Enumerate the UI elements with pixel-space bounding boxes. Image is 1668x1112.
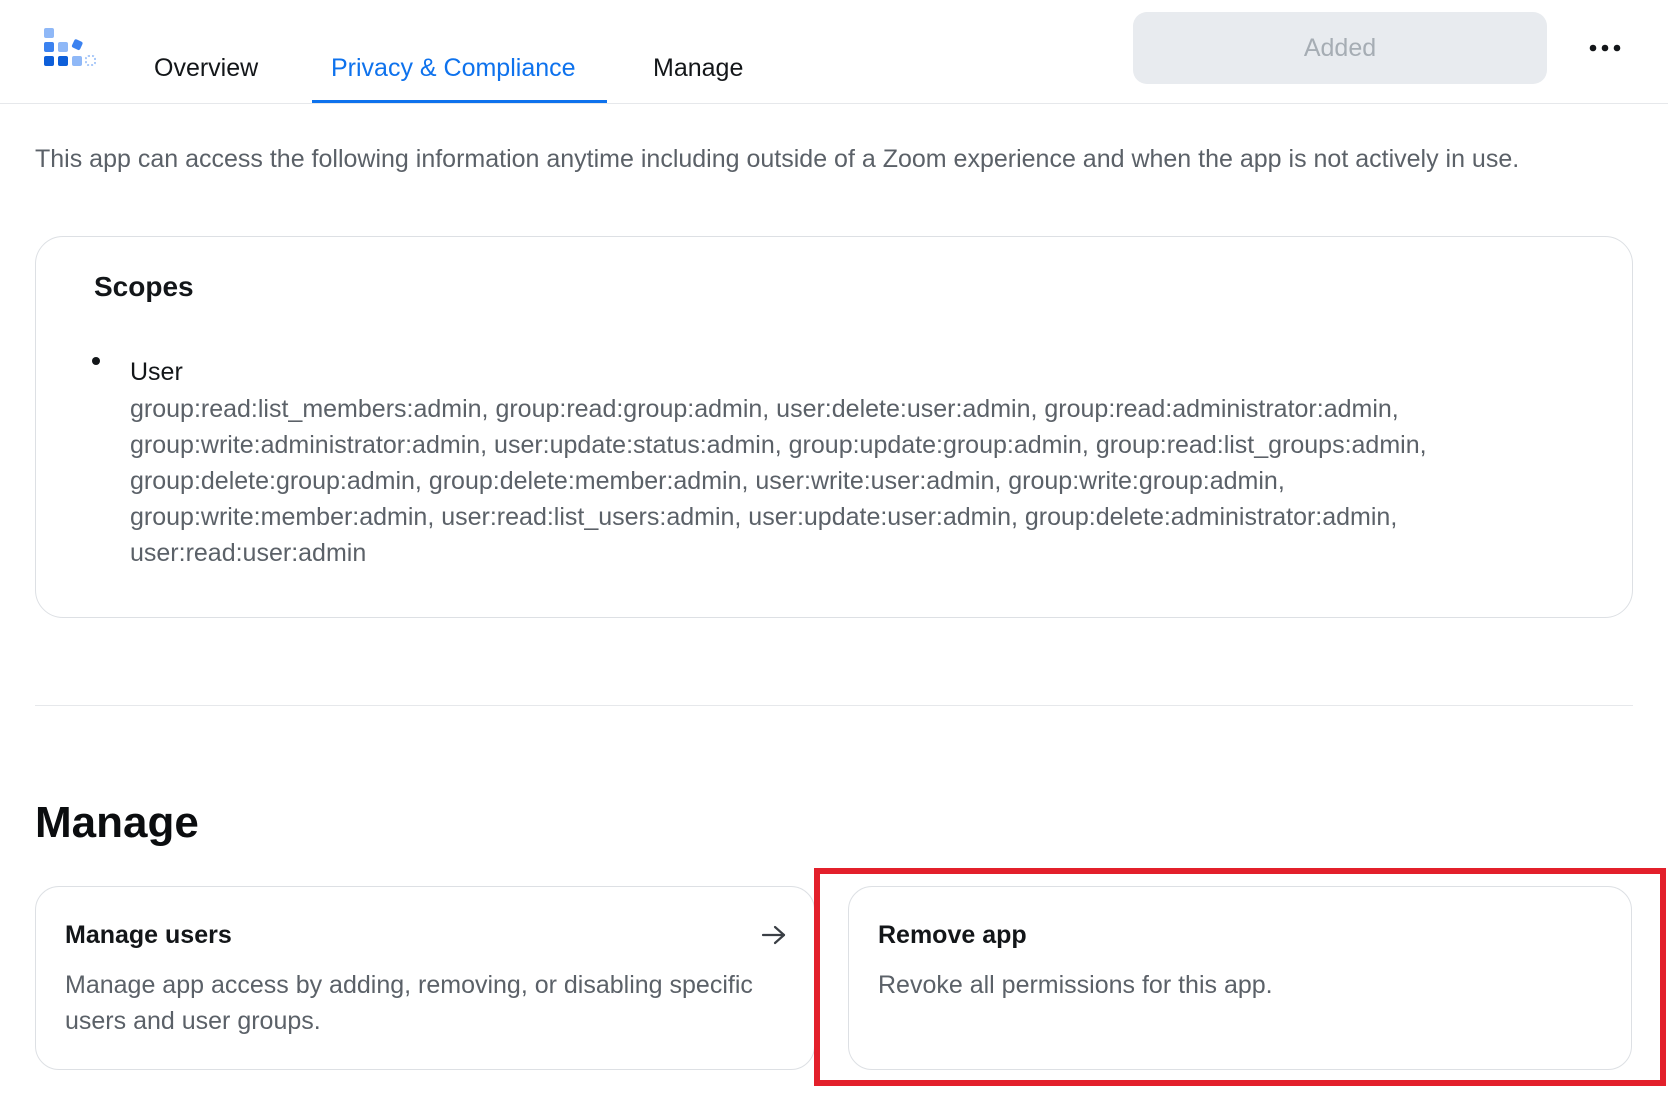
scope-bullet bbox=[92, 357, 100, 365]
more-options-button[interactable] bbox=[1583, 28, 1627, 68]
manage-heading: Manage bbox=[35, 798, 199, 847]
manage-users-card[interactable]: Manage users Manage app access by adding… bbox=[35, 886, 815, 1070]
scope-name: User bbox=[130, 358, 183, 386]
scopes-title: Scopes bbox=[94, 271, 194, 302]
active-tab-indicator bbox=[312, 100, 607, 103]
tab-manage[interactable]: Manage bbox=[653, 52, 743, 104]
section-divider bbox=[35, 705, 1633, 706]
remove-app-card[interactable]: Remove app Revoke all permissions for th… bbox=[848, 886, 1632, 1070]
top-header: Overview Privacy & Compliance Manage Add… bbox=[0, 0, 1668, 104]
more-horizontal-icon bbox=[1589, 44, 1621, 52]
tab-overview[interactable]: Overview bbox=[154, 52, 258, 104]
remove-app-description: Revoke all permissions for this app. bbox=[878, 971, 1273, 999]
scopes-card: Scopes User group:read:list_members:admi… bbox=[35, 236, 1633, 618]
arrow-right-icon bbox=[761, 925, 786, 945]
manage-users-title: Manage users bbox=[65, 921, 232, 949]
added-button[interactable]: Added bbox=[1133, 12, 1547, 84]
scope-permissions: group:read:list_members:admin, group:rea… bbox=[130, 395, 1427, 567]
manage-users-description: Manage app access by adding, removing, o… bbox=[65, 971, 753, 1035]
access-notice: This app can access the following inform… bbox=[35, 145, 1520, 173]
app-logo-icon bbox=[44, 28, 96, 66]
tab-privacy-compliance[interactable]: Privacy & Compliance bbox=[331, 52, 576, 104]
remove-app-title: Remove app bbox=[878, 921, 1027, 949]
